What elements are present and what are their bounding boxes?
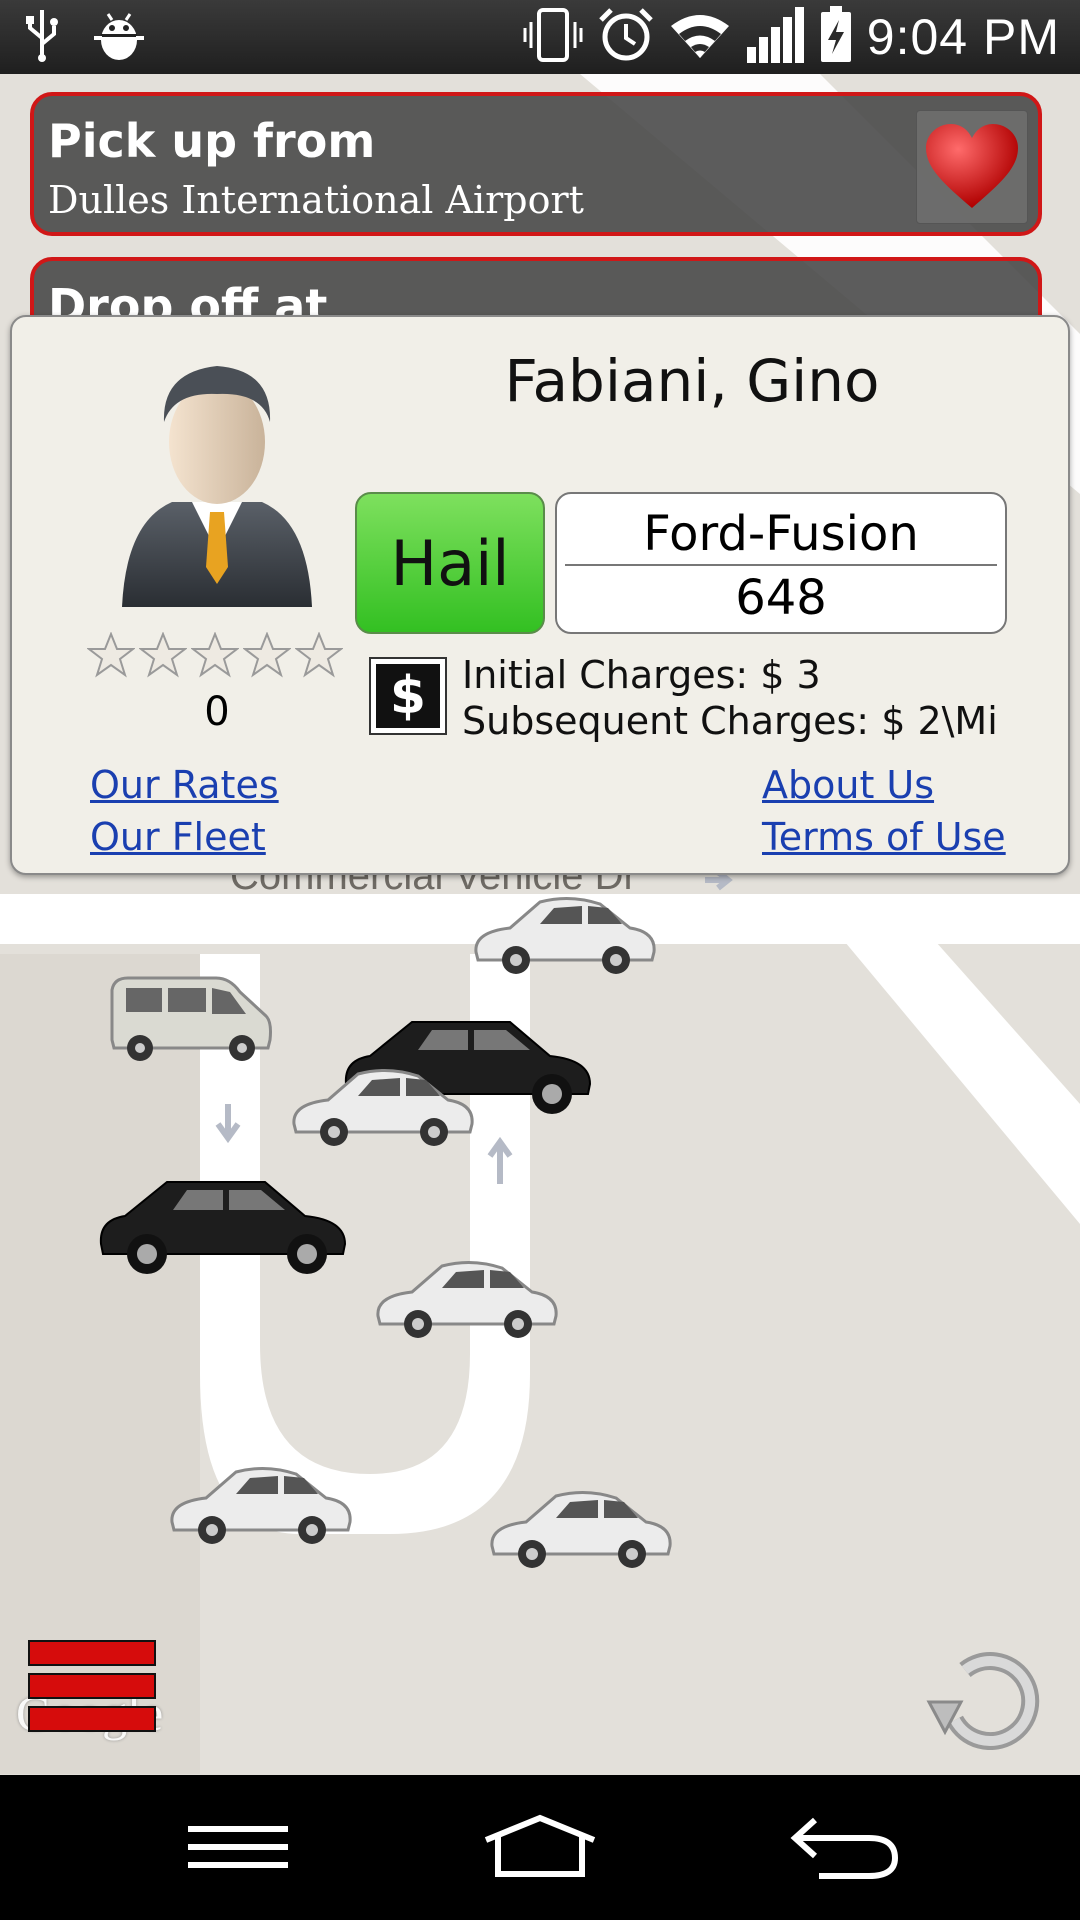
star-empty-icon	[139, 632, 187, 678]
signal-icon	[745, 7, 805, 67]
rating-stars	[87, 632, 343, 678]
map-vehicle-van[interactable]	[106, 970, 276, 1066]
map-vehicle-sedan[interactable]	[166, 1460, 356, 1550]
alarm-icon	[597, 6, 655, 68]
vehicle-divider	[565, 564, 997, 566]
clock: 9:04 PM	[866, 9, 1060, 65]
driver-info-card: 0 Fabiani, Gino Hail Ford-Fusion 648 $ I…	[10, 315, 1070, 875]
star-empty-icon	[243, 632, 291, 678]
subsequent-charges: Subsequent Charges: $ 2\Mi	[462, 699, 998, 743]
vehicle-number: 648	[735, 570, 827, 626]
star-empty-icon	[191, 632, 239, 678]
vehicle-model: Ford-Fusion	[643, 506, 919, 562]
pickup-title: Pick up from	[48, 114, 376, 168]
navigation-bar	[0, 1775, 1080, 1920]
home-icon[interactable]	[480, 1810, 600, 1885]
menu-icon[interactable]	[178, 1810, 298, 1885]
driver-name: Fabiani, Gino	[504, 347, 880, 415]
map-vehicle-sedan[interactable]	[288, 1062, 478, 1152]
initial-charges: Initial Charges: $ 3	[462, 653, 821, 697]
our-fleet-link[interactable]: Our Fleet	[90, 815, 266, 859]
pickup-location-box[interactable]: Pick up from Dulles International Airpor…	[30, 92, 1042, 236]
refresh-icon[interactable]	[925, 1640, 1045, 1750]
rating-value: 0	[204, 689, 230, 735]
map-vehicle-sedan[interactable]	[470, 890, 660, 980]
debug-android-icon	[92, 8, 146, 66]
star-empty-icon	[87, 632, 135, 678]
dollar-icon: $	[369, 657, 447, 735]
heart-icon	[926, 124, 1018, 208]
driver-avatar	[122, 366, 312, 607]
star-empty-icon	[295, 632, 343, 678]
map-vehicle-sedan[interactable]	[486, 1484, 676, 1574]
vehicle-info: Ford-Fusion 648	[555, 492, 1007, 634]
map-vehicle-sedan[interactable]	[372, 1254, 562, 1344]
back-icon[interactable]	[785, 1810, 905, 1885]
hail-button[interactable]: Hail	[355, 492, 545, 634]
terms-of-use-link[interactable]: Terms of Use	[762, 815, 1006, 859]
favorite-button[interactable]	[916, 110, 1028, 224]
menu-button[interactable]	[28, 1640, 158, 1740]
map-vehicle-suv[interactable]	[95, 1172, 355, 1276]
pickup-value: Dulles International Airport	[48, 178, 584, 222]
wifi-icon	[669, 10, 731, 64]
usb-icon	[22, 8, 62, 66]
charges-info: Initial Charges: $ 3 Subsequent Charges:…	[462, 652, 998, 744]
vibrate-icon	[523, 6, 583, 68]
battery-charging-icon	[819, 6, 853, 68]
about-us-link[interactable]: About Us	[762, 763, 934, 807]
our-rates-link[interactable]: Our Rates	[90, 763, 279, 807]
status-bar: 9:04 PM	[0, 0, 1080, 74]
